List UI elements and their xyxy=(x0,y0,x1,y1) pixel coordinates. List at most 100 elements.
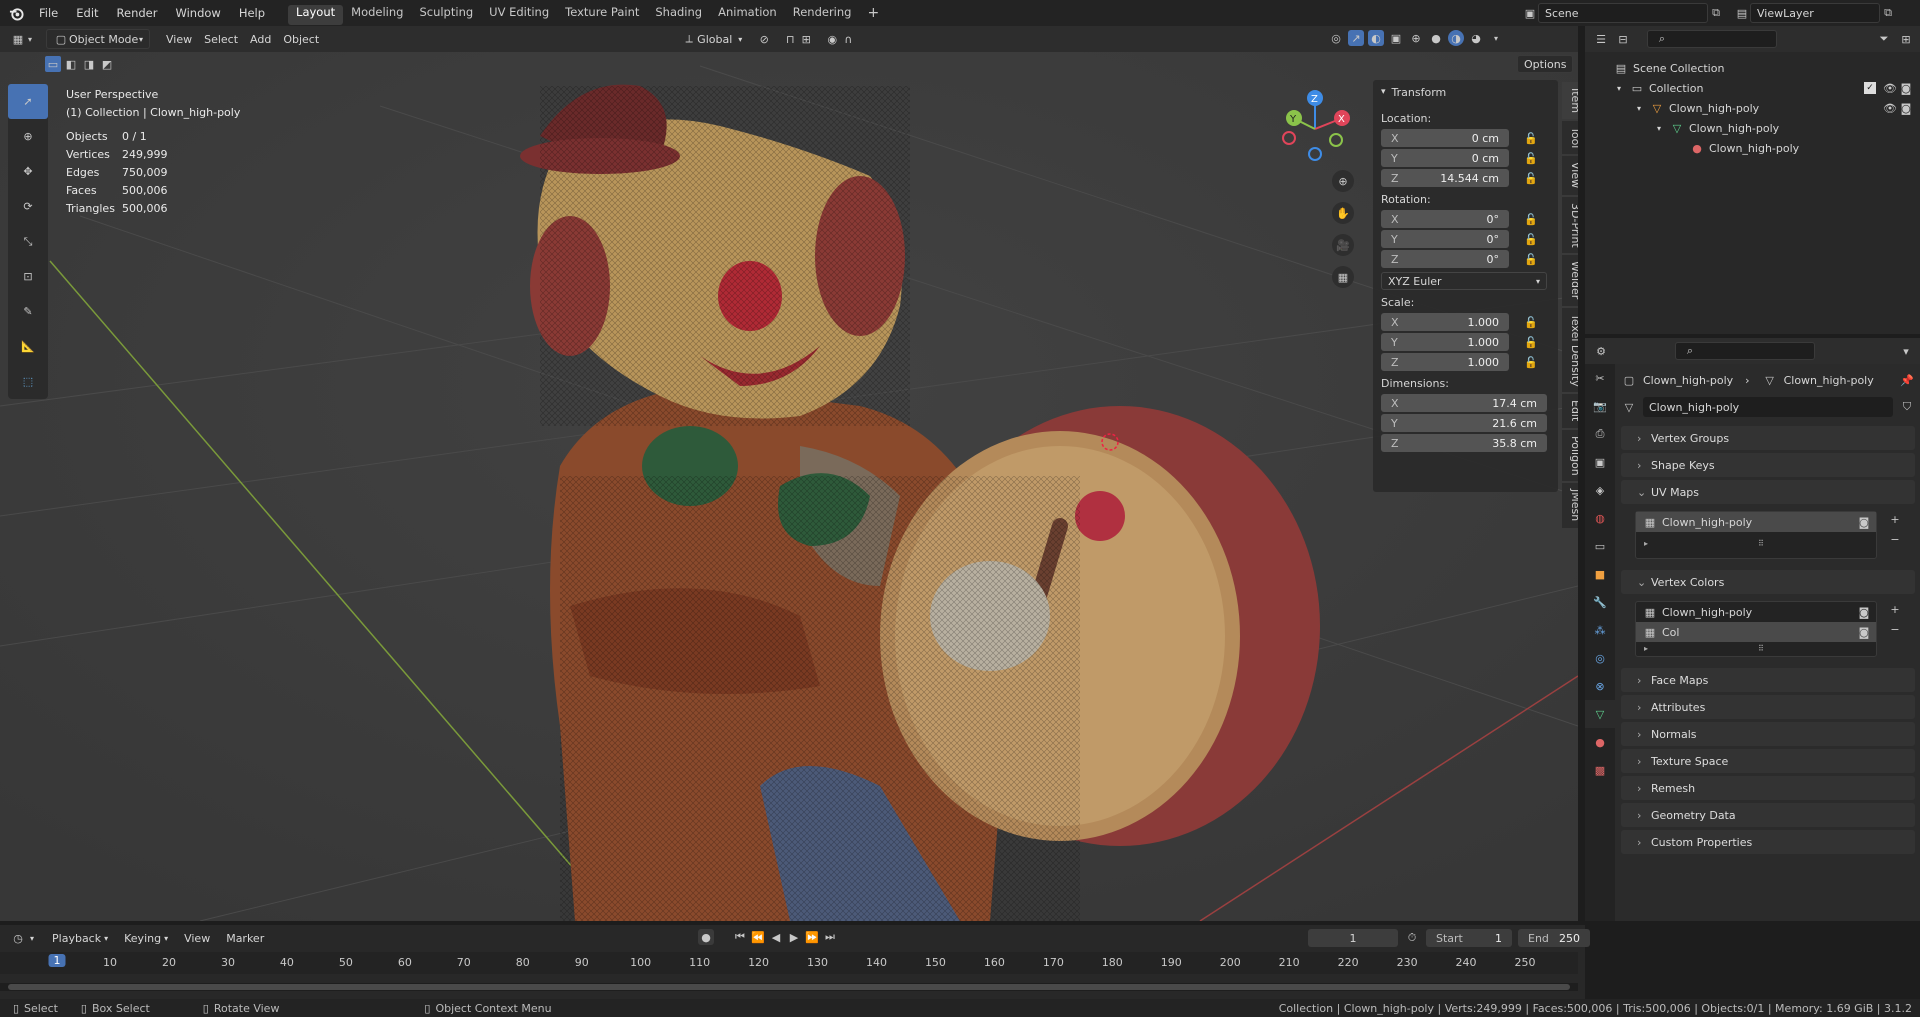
menu-object[interactable]: Object xyxy=(277,30,325,48)
3d-viewport[interactable]: ▦ ▾ ▢ Object Mode ▾ View Select Add Obje… xyxy=(0,26,1578,921)
annotate-tool[interactable]: ✎ xyxy=(8,294,48,329)
chevron-down-icon[interactable]: ▾ xyxy=(1898,343,1914,359)
editor-type-icon[interactable]: ▦ xyxy=(10,31,26,47)
keying-menu[interactable]: Keying ▾ xyxy=(118,929,174,947)
add-icon[interactable]: + xyxy=(1887,601,1903,617)
properties-search-input[interactable]: ⌕ xyxy=(1675,342,1815,360)
resize-grip-icon[interactable]: ⠿ xyxy=(1758,539,1764,548)
unlock-icon[interactable]: 🔓 xyxy=(1523,354,1539,370)
unlock-icon[interactable]: 🔓 xyxy=(1523,231,1539,247)
start-frame-field[interactable]: Start 1 xyxy=(1426,929,1512,947)
stopwatch-icon[interactable]: ⏱ xyxy=(1404,930,1420,946)
tab-texture-paint[interactable]: Texture Paint xyxy=(557,5,647,25)
orientation-selector[interactable]: ⟂ Global ▾ xyxy=(675,30,748,48)
location-z-field[interactable]: Z 14.544 cm xyxy=(1381,169,1509,187)
timeline-scrollbar[interactable] xyxy=(0,983,1578,991)
add-cube-tool[interactable]: ⬚ xyxy=(8,364,48,399)
navigation-gizmo[interactable]: Z X Y xyxy=(1275,84,1365,174)
resize-grip-icon[interactable]: ⠿ xyxy=(1758,644,1764,653)
outliner-row-scene-collection[interactable]: ▤ Scene Collection xyxy=(1585,58,1920,78)
menu-file[interactable]: File xyxy=(30,0,67,26)
rotation-z-field[interactable]: Z 0° xyxy=(1381,250,1509,268)
frame-ruler[interactable]: 1 10 20 30 40 50 60 70 80 90 100 110 120 130 140 150 160… xyxy=(0,952,1578,974)
scale-tool[interactable]: ⤡ xyxy=(8,224,48,259)
select-box-tool[interactable]: ➚ xyxy=(8,84,48,119)
tab-physics[interactable]: ◎ xyxy=(1585,644,1615,672)
unlock-icon[interactable]: 🔓 xyxy=(1523,211,1539,227)
tab-material[interactable]: ● xyxy=(1585,728,1615,756)
play-icon[interactable]: ▶ xyxy=(786,929,802,945)
unlock-icon[interactable]: 🔓 xyxy=(1523,170,1539,186)
select-extend-icon[interactable]: ◧ xyxy=(63,56,79,72)
select-invert-icon[interactable]: ◩ xyxy=(99,56,115,72)
cursor-tool[interactable]: ⊕ xyxy=(8,119,48,154)
tab-welder[interactable]: Welder xyxy=(1562,255,1578,306)
camera-render-icon[interactable]: ◙ xyxy=(1856,624,1872,640)
tab-modifiers[interactable]: 🔧 xyxy=(1585,588,1615,616)
clock-editor-icon[interactable]: ◷ xyxy=(10,930,26,946)
menu-window[interactable]: Window xyxy=(166,0,229,26)
mesh-triangle-icon[interactable]: ▽ xyxy=(1621,399,1637,415)
wireframe-shading-icon[interactable]: ⊕ xyxy=(1408,30,1424,46)
grid-perspective-icon[interactable]: ▦ xyxy=(1332,266,1354,288)
tab-jmesh[interactable]: JMesh xyxy=(1562,483,1578,528)
unlock-icon[interactable]: 🔓 xyxy=(1523,251,1539,267)
tab-constraints[interactable]: ⊗ xyxy=(1585,672,1615,700)
panel-custom-properties[interactable]: › Custom Properties xyxy=(1621,830,1915,854)
tab-collection[interactable]: ▭ xyxy=(1585,532,1615,560)
tab-uv-editing[interactable]: UV Editing xyxy=(481,5,557,25)
list-item[interactable]: ▦ Col ◙ xyxy=(1636,622,1876,642)
editor-type-icon[interactable]: ☰ xyxy=(1593,31,1609,47)
overlay-toggle-icon[interactable]: ◐ xyxy=(1368,30,1384,46)
expand-icon[interactable]: ▸ xyxy=(1644,644,1648,653)
location-y-field[interactable]: Y 0 cm xyxy=(1381,149,1509,167)
rotate-tool[interactable]: ⟳ xyxy=(8,189,48,224)
menu-select[interactable]: Select xyxy=(198,30,244,48)
tab-poligon[interactable]: Poligon xyxy=(1562,429,1578,482)
list-item[interactable]: ▦ Clown_high-poly ◙ xyxy=(1636,512,1876,532)
playback-menu[interactable]: Playback ▾ xyxy=(46,929,114,947)
solid-shading-icon[interactable]: ● xyxy=(1428,30,1444,46)
menu-render[interactable]: Render xyxy=(108,0,167,26)
dimension-z-field[interactable]: Z 35.8 cm xyxy=(1381,434,1547,452)
select-subtract-icon[interactable]: ◨ xyxy=(81,56,97,72)
panel-geometry-data[interactable]: › Geometry Data xyxy=(1621,803,1915,827)
menu-add[interactable]: Add xyxy=(244,30,277,48)
editor-type-icon[interactable]: ⚙ xyxy=(1593,343,1609,359)
remove-icon[interactable]: − xyxy=(1887,531,1903,547)
new-scene-icon[interactable]: ⧉ xyxy=(1708,5,1724,21)
jump-start-icon[interactable]: ⏮ xyxy=(732,929,748,945)
play-reverse-icon[interactable]: ◀ xyxy=(768,929,784,945)
current-frame-marker[interactable]: 1 xyxy=(48,954,66,967)
gizmo-toggle-icon[interactable]: ↗ xyxy=(1348,30,1364,46)
marker-menu[interactable]: Marker xyxy=(220,929,270,947)
visibility-icon[interactable]: ◎ xyxy=(1328,30,1344,46)
scale-y-field[interactable]: Y 1.000 xyxy=(1381,333,1509,351)
options-button[interactable]: Options xyxy=(1517,55,1574,73)
new-collection-icon[interactable]: ⊞ xyxy=(1898,31,1914,47)
menu-view[interactable]: View xyxy=(160,30,198,48)
expand-icon[interactable]: ▸ xyxy=(1644,539,1648,548)
rotation-mode-dropdown[interactable]: XYZ Euler ▾ xyxy=(1381,272,1547,290)
snap-target-icon[interactable]: ⊞ xyxy=(798,31,814,47)
tab-particles[interactable]: ⁂ xyxy=(1585,616,1615,644)
snap-icon[interactable]: ⊓ xyxy=(782,31,798,47)
panel-attributes[interactable]: › Attributes xyxy=(1621,695,1915,719)
add-workspace-button[interactable]: + xyxy=(859,5,887,25)
tab-tool-props[interactable]: ✂ xyxy=(1585,364,1615,392)
scrollbar-thumb[interactable] xyxy=(8,984,1570,990)
tab-view[interactable]: View xyxy=(1562,156,1578,195)
viewlayer-selector[interactable]: ViewLayer xyxy=(1750,3,1880,23)
outliner-search-input[interactable]: ⌕ xyxy=(1647,30,1777,48)
unlock-icon[interactable]: 🔓 xyxy=(1523,130,1539,146)
camera-render-icon[interactable]: ◙ xyxy=(1856,604,1872,620)
rotation-x-field[interactable]: X 0° xyxy=(1381,210,1509,228)
panel-texture-space[interactable]: › Texture Space xyxy=(1621,749,1915,773)
pan-hand-icon[interactable]: ✋ xyxy=(1332,202,1354,224)
dimension-x-field[interactable]: X 17.4 cm xyxy=(1381,394,1547,412)
menu-help[interactable]: Help xyxy=(230,0,274,26)
tab-tool[interactable]: Tool xyxy=(1562,121,1578,155)
record-icon[interactable]: ● xyxy=(698,929,714,945)
pin-icon[interactable]: 📌 xyxy=(1899,372,1915,388)
material-shading-icon[interactable]: ◑ xyxy=(1448,30,1464,46)
